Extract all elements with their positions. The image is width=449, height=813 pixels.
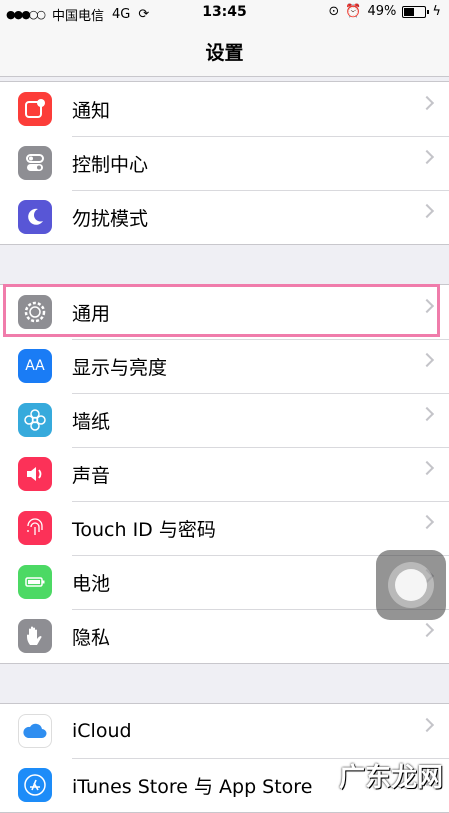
- settings-row-notifications[interactable]: 通知: [0, 82, 449, 136]
- fingerprint-icon: [18, 511, 52, 545]
- settings-row-do-not-disturb[interactable]: 勿扰模式: [0, 190, 449, 244]
- row-label: iTunes Store 与 App Store: [72, 775, 313, 798]
- row-label: Touch ID 与密码: [72, 518, 216, 541]
- row-label: 墙纸: [72, 410, 111, 433]
- battery-icon: [18, 565, 52, 599]
- wallpaper-icon: [18, 403, 52, 437]
- chevron-right-icon: [419, 352, 435, 368]
- settings-row-general[interactable]: 通用: [0, 285, 449, 339]
- chevron-right-icon: [419, 717, 435, 733]
- settings-group-1: 通知 控制中心 勿扰模式: [0, 81, 449, 245]
- chevron-right-icon: [419, 622, 435, 638]
- settings-row-sounds[interactable]: 声音: [0, 447, 449, 501]
- row-label: 通知: [72, 99, 111, 122]
- hand-icon: [18, 619, 52, 653]
- display-icon: AA: [18, 349, 52, 383]
- row-label: iCloud: [72, 720, 132, 742]
- assistive-touch-ring: [388, 562, 434, 608]
- charging-icon: ϟ: [432, 4, 441, 19]
- sound-icon: [18, 457, 52, 491]
- row-label: 声音: [72, 464, 111, 487]
- settings-row-control-center[interactable]: 控制中心: [0, 136, 449, 190]
- row-label: 勿扰模式: [72, 207, 149, 230]
- assistive-touch-core: [395, 569, 427, 601]
- row-label: 隐私: [72, 626, 111, 649]
- status-bar: ●●●○○ 中国电信 4G ⟳ 13:45 ⊙ ⏰ 49% ϟ: [0, 0, 449, 26]
- moon-icon: [18, 200, 52, 234]
- gear-icon: [18, 295, 52, 329]
- settings-row-icloud[interactable]: iCloud: [0, 704, 449, 758]
- chevron-right-icon: [419, 95, 435, 111]
- chevron-right-icon: [419, 149, 435, 165]
- chevron-right-icon: [419, 203, 435, 219]
- notifications-icon: [18, 92, 52, 126]
- rotation-lock-icon: ⊙: [328, 4, 340, 19]
- chevron-right-icon: [419, 406, 435, 422]
- status-right: ⊙ ⏰ 49% ϟ: [328, 4, 441, 19]
- row-label: 显示与亮度: [72, 356, 168, 379]
- row-label: 控制中心: [72, 153, 149, 176]
- settings-row-display-brightness[interactable]: AA 显示与亮度: [0, 339, 449, 393]
- chevron-right-icon: [419, 514, 435, 530]
- chevron-right-icon: [419, 298, 435, 314]
- app-store-icon: [18, 768, 52, 802]
- settings-row-wallpaper[interactable]: 墙纸: [0, 393, 449, 447]
- row-label: 电池: [72, 572, 111, 595]
- chevron-right-icon: [419, 460, 435, 476]
- watermark: 广东龙网: [338, 763, 443, 793]
- cloud-icon: [18, 714, 52, 748]
- page-title: 设置: [205, 41, 244, 64]
- battery-icon: [402, 5, 430, 18]
- navigation-bar: 设置: [0, 26, 449, 77]
- alarm-icon: ⏰: [345, 4, 362, 19]
- row-label: 通用: [72, 302, 111, 325]
- assistive-touch-button[interactable]: [376, 550, 446, 620]
- control-center-icon: [18, 146, 52, 180]
- settings-row-touch-id[interactable]: Touch ID 与密码: [0, 501, 449, 555]
- battery-percent: 49%: [367, 4, 397, 19]
